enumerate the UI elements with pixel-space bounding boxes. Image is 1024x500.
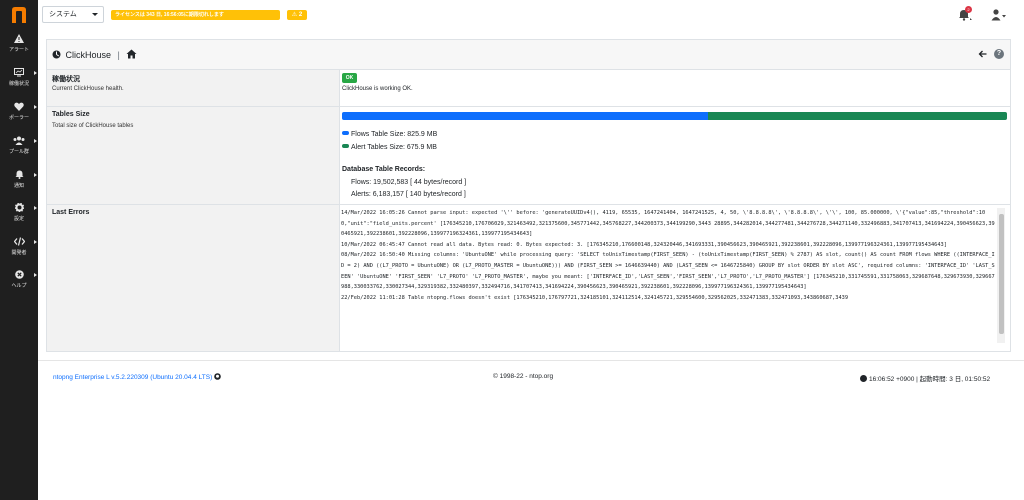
flows-size-label: Flows Table Size: 825.9 MB (351, 131, 438, 138)
version-text: ntopng Enterprise L v.5.2.220309 (Ubuntu… (53, 374, 213, 381)
sidebar-item-label: アラート (8, 47, 29, 53)
page-title-text: ClickHouse (65, 50, 112, 60)
sidebar-item-label: プール群 (8, 149, 29, 155)
sidebar-item-label: ポーラー (8, 115, 29, 121)
clock-icon (860, 375, 867, 382)
chevron-right-icon (34, 105, 37, 109)
flows-legend-swatch (342, 131, 349, 135)
uptime-text: 16:06:52 +0900 | 起動時間: 3 日, 01:50:52 (869, 376, 991, 383)
tables-size-label-cell: Tables Size Total size of ClickHouse tab… (47, 107, 340, 204)
github-icon[interactable] (214, 373, 221, 380)
errors-log-scroll-thumb[interactable] (999, 214, 1004, 334)
status-row: 稼働状況 Current ClickHouse health. OK Click… (47, 70, 1010, 107)
back-arrow-icon[interactable] (978, 49, 987, 59)
flows-records: Flows: 19,502,583 [ 44 bytes/record ] (351, 179, 467, 186)
flows-size-legend: Flows Table Size: 825.9 MB (342, 131, 437, 138)
status-message: ClickHouse is working OK. (342, 86, 413, 92)
tables-size-subtitle: Total size of ClickHouse tables (52, 123, 134, 129)
notifications-count-badge: 2 (965, 6, 972, 13)
alerts-size-legend: Alert Tables Size: 675.9 MB (342, 144, 437, 151)
page-title: ClickHouse | (52, 49, 137, 61)
chevron-right-icon (34, 273, 37, 277)
chevron-right-icon (34, 173, 37, 177)
chevron-right-icon (34, 139, 37, 143)
chevron-right-icon (34, 206, 37, 210)
monitor-icon (0, 68, 38, 80)
sidebar-item-notifications[interactable]: 通知 (0, 170, 38, 200)
sidebar-item-developer[interactable]: 開発者 (0, 237, 38, 267)
sidebar-item-label: ヘルプ (11, 283, 27, 289)
help-icon (0, 270, 38, 282)
title-separator: | (117, 50, 120, 60)
interface-select[interactable]: システム (42, 6, 104, 23)
sidebar-item-help[interactable]: ヘルプ (0, 270, 38, 300)
uptime-info: 16:06:52 +0900 | 起動時間: 3 日, 01:50:52 (860, 373, 990, 383)
alerts-size-segment (707, 112, 1007, 120)
alerts-records: Alerts: 6,183,157 [ 140 bytes/record ] (351, 191, 466, 198)
warning-icon (0, 34, 38, 46)
bell-icon (0, 170, 38, 182)
gear-icon (0, 202, 38, 215)
sidebar-item-pollers[interactable]: ポーラー (0, 102, 38, 132)
license-badge: ライセンスは 343 日, 16:56:05に期限切れします (111, 10, 280, 20)
copyright: © 1998-22 - ntop.org (493, 373, 554, 380)
tables-size-progress-bar (342, 112, 1007, 120)
card-header: ClickHouse | ? (47, 40, 1010, 70)
sidebar-item-label: 設定 (13, 216, 24, 222)
last-errors-row: Last Errors 14/Mar/2022 16:05:26 Cannot … (47, 205, 1010, 351)
top-navbar: システム ライセンスは 343 日, 16:56:05に期限切れします ⚠ 2 … (38, 0, 1024, 30)
flows-size-segment (342, 112, 708, 120)
alerts-size-label: Alert Tables Size: 675.9 MB (351, 144, 437, 151)
footer: ntopng Enterprise L v.5.2.220309 (Ubuntu… (38, 360, 1024, 390)
sidebar-item-settings[interactable]: 設定 (0, 202, 38, 233)
home-icon[interactable] (126, 49, 137, 59)
interface-select-value: システム (49, 11, 77, 18)
user-menu-icon[interactable] (991, 9, 1007, 21)
sidebar-item-alerts[interactable]: アラート (0, 34, 38, 64)
status-label-cell: 稼働状況 Current ClickHouse health. (47, 70, 340, 106)
database-icon (52, 50, 61, 59)
status-subtitle: Current ClickHouse health. (52, 86, 124, 92)
warning-icon: ⚠ (291, 12, 298, 18)
tables-size-title: Tables Size (52, 111, 90, 118)
sidebar-item-label: 通知 (13, 183, 24, 189)
chevron-right-icon (34, 240, 37, 244)
errors-log[interactable]: 14/Mar/2022 16:05:26 Cannot parse input:… (341, 208, 1007, 343)
records-title: Database Table Records: (342, 166, 426, 173)
status-title: 稼働状況 (52, 76, 80, 83)
status-badge: OK (342, 73, 357, 83)
ntopng-logo[interactable] (10, 6, 28, 24)
alerts-legend-swatch (342, 144, 349, 148)
clickhouse-card: ClickHouse | ? 稼働状況 Current ClickHouse h… (46, 39, 1011, 352)
sidebar: アラート 稼働状況 ポーラー プール群 通知 設定 開発者 ヘルプ (0, 0, 38, 500)
warnings-badge[interactable]: ⚠ 2 (287, 10, 307, 20)
chevron-right-icon (34, 71, 37, 75)
last-errors-title: Last Errors (52, 209, 90, 216)
errors-log-text: 14/Mar/2022 16:05:26 Cannot parse input:… (341, 210, 995, 301)
sidebar-item-pools[interactable]: プール群 (0, 136, 38, 166)
tables-size-row: Tables Size Total size of ClickHouse tab… (47, 107, 1010, 205)
sidebar-item-label: 稼働状況 (8, 81, 29, 87)
help-icon[interactable]: ? (994, 49, 1004, 59)
last-errors-label-cell: Last Errors (47, 205, 340, 351)
heartbeat-icon (0, 102, 38, 114)
chevron-down-icon (92, 13, 98, 16)
sidebar-item-label: 開発者 (11, 250, 27, 256)
warnings-count: 2 (298, 12, 303, 18)
version-link[interactable]: ntopng Enterprise L v.5.2.220309 (Ubuntu… (53, 373, 221, 381)
sidebar-item-status[interactable]: 稼働状況 (0, 68, 38, 98)
code-icon (0, 237, 38, 249)
users-icon (0, 136, 38, 148)
